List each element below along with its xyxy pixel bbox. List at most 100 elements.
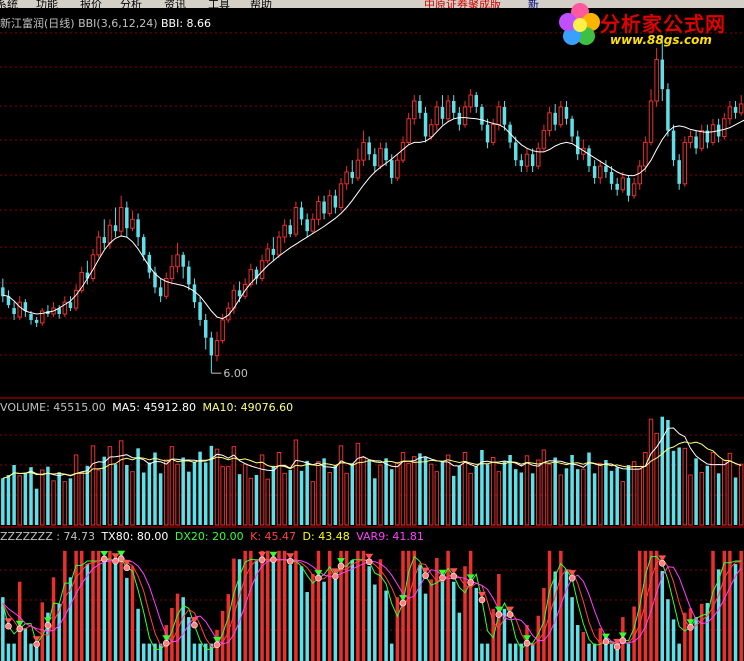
volume-bar [519, 472, 524, 525]
volume-bar [85, 465, 90, 525]
volume-bar [125, 465, 129, 525]
candle-body [310, 218, 316, 232]
osc-bar [660, 570, 665, 661]
volume-bar [660, 416, 665, 525]
signal-dot [162, 639, 170, 647]
volume-bar [344, 472, 349, 526]
stock-name: 新江富润(日线) [0, 17, 75, 30]
volume-bar [141, 472, 146, 525]
low-marker-label: 6.00 [223, 367, 248, 380]
bbi-params: BBI(3,6,12,24) [78, 17, 158, 30]
osc-bar [485, 643, 490, 661]
signal-dot [439, 574, 446, 582]
candle-body [389, 160, 394, 178]
volume-bar [288, 470, 293, 525]
volume-bar [722, 459, 727, 526]
volume-bar [373, 478, 377, 525]
candle-body [428, 124, 434, 137]
osc-bar [74, 550, 78, 661]
volume-bar [451, 475, 456, 525]
osc-bar [141, 643, 146, 661]
volume-bar [355, 442, 361, 526]
volume-bar [187, 471, 191, 525]
osc-bar [119, 550, 123, 661]
volume-bar [305, 460, 309, 525]
volume-bar [259, 454, 265, 526]
tx80-value: TX80: 80.00 [101, 530, 169, 543]
osc-bar [294, 550, 298, 661]
osc-bar [23, 628, 28, 661]
candle-body [316, 201, 321, 220]
signal-dot [619, 637, 627, 644]
volume-bar [474, 466, 479, 525]
volume-bar [558, 474, 564, 526]
var9-value: VAR9: 41.81 [356, 530, 424, 543]
volume-bar [46, 466, 50, 525]
candle-body [305, 219, 309, 232]
signal-dot [5, 622, 12, 630]
osc-bar [311, 574, 315, 661]
candle-body [344, 171, 349, 185]
volume-bar [51, 480, 56, 526]
candle-body [355, 159, 361, 179]
stock-chart[interactable]: 6.00 [0, 0, 744, 661]
candle-body [293, 207, 299, 235]
candle-body [694, 136, 698, 149]
candle-body [406, 118, 411, 143]
candle-body [434, 106, 440, 126]
volume-bar [299, 470, 304, 525]
osc-bar [451, 581, 456, 661]
volume-bar [541, 449, 547, 526]
candle-body [17, 301, 22, 318]
candle-body [643, 141, 648, 167]
candle-body [96, 236, 101, 256]
candle-body [609, 172, 614, 184]
volume-bar [282, 472, 287, 526]
candle-body [282, 224, 287, 238]
candle-body [620, 177, 626, 191]
volume-bar [147, 462, 152, 525]
volume-bar [57, 472, 61, 525]
osc-bar [203, 643, 208, 661]
volume-bar [254, 475, 259, 525]
volume-bar [604, 460, 608, 525]
osc-bar [440, 578, 445, 661]
candle-body [367, 142, 371, 155]
signal-dot [315, 574, 322, 582]
k-value: K: 45.47 [250, 530, 297, 543]
osc-bar [564, 569, 569, 661]
candle-body [688, 136, 693, 143]
volume-bar [40, 469, 45, 526]
zz-value: ZZZZZZZ : 74.73 [0, 530, 95, 543]
osc-bar [282, 550, 287, 661]
candle-body [553, 112, 557, 125]
volume-bar [316, 461, 321, 526]
volume-bar [271, 465, 276, 525]
candle-body [570, 118, 574, 137]
volume-bar [265, 478, 270, 526]
candle-body [592, 166, 597, 178]
volume-bar [181, 457, 185, 525]
candle-body [299, 207, 304, 220]
osc-bar [389, 643, 394, 661]
signal-dot [478, 596, 486, 604]
osc-bar [344, 550, 349, 661]
candle-body [175, 254, 180, 268]
signal-dot [16, 625, 24, 633]
candle-body [682, 141, 688, 185]
volume-bar [570, 455, 574, 525]
candle-body [530, 154, 535, 167]
volume-bar [34, 488, 39, 525]
candle-body [214, 340, 220, 356]
volume-bar [17, 475, 22, 526]
volume-bar [677, 447, 681, 525]
candle-body [666, 89, 670, 131]
volume-bar [378, 464, 383, 526]
osc-bar [435, 557, 439, 661]
signal-dot [450, 572, 458, 580]
candle-body [677, 160, 681, 184]
volume-bar [699, 472, 704, 526]
candle-body [524, 153, 530, 167]
osc-bar [480, 643, 484, 661]
candle-body [423, 112, 428, 137]
